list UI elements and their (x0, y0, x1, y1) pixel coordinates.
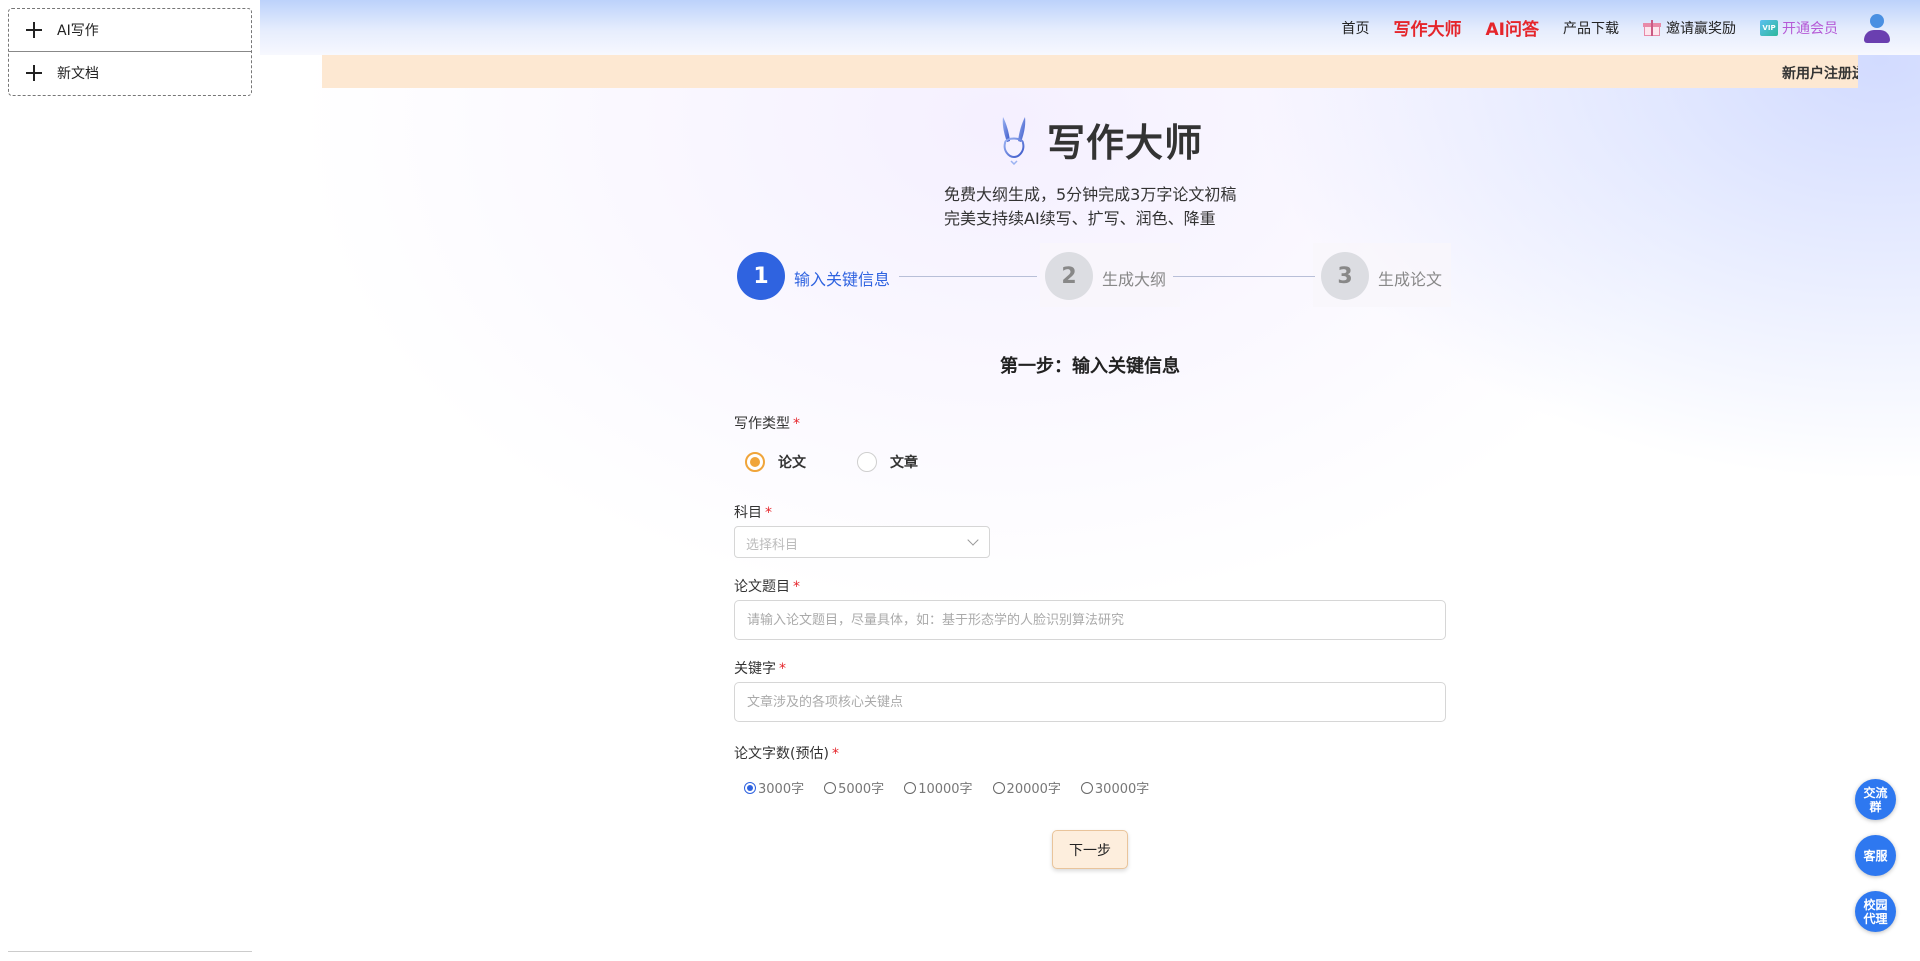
step-3-circle: 3 (1321, 252, 1369, 300)
nav-invite-label: 邀请赢奖励 (1666, 20, 1736, 37)
nav-vip[interactable]: VIP 开通会员 (1760, 18, 1838, 38)
slogan-line-1: 免费大纲生成，5分钟完成3万字论文初稿 (944, 185, 1237, 204)
keywords-input[interactable] (734, 682, 1446, 722)
next-step-button[interactable]: 下一步 (1052, 830, 1128, 869)
word-count-option-label: 20000字 (1006, 782, 1061, 797)
subject-select[interactable]: 选择科目 (734, 526, 990, 558)
gift-icon (1643, 19, 1661, 36)
word-count-option[interactable]: 20000字 (992, 778, 1061, 797)
top-nav: 首页 写作大师 AI问答 产品下载 邀请赢奖励 VIP 开通会员 (1342, 0, 1920, 55)
notice-text: 新用户注册送 (1782, 66, 1858, 82)
required-mark: * (793, 416, 800, 432)
rabbit-logo-icon (1002, 116, 1026, 165)
required-mark: * (831, 746, 839, 762)
sidebar: AI写作 新文档 (0, 0, 260, 961)
subject-placeholder: 选择科目 (746, 538, 799, 553)
product-title: 写作大师 (1047, 121, 1204, 165)
sidebar-item-new-document[interactable]: 新文档 (9, 51, 251, 94)
nav-ai-qa[interactable]: AI问答 (1486, 15, 1539, 40)
radio-checked-icon (745, 452, 765, 472)
user-avatar[interactable] (1862, 13, 1892, 43)
required-mark: * (793, 579, 800, 595)
radio-label: 论文 (778, 455, 806, 471)
step-connector (1173, 276, 1315, 277)
word-count-option-label: 10000字 (918, 782, 973, 797)
float-group-label: 交流群 (1863, 785, 1888, 814)
step-1-circle: 1 (737, 252, 785, 300)
step-3-label: 生成论文 (1378, 270, 1443, 289)
plus-icon (23, 19, 45, 41)
topic-input[interactable] (734, 600, 1446, 640)
word-count-option-label: 30000字 (1094, 782, 1150, 797)
float-group-button[interactable]: 交流群 (1855, 779, 1896, 820)
word-count-option-label: 3000字 (758, 782, 805, 797)
radio-unchecked-icon (857, 452, 877, 472)
step-2-label: 生成大纲 (1102, 270, 1167, 289)
nav-writing-master[interactable]: 写作大师 (1394, 15, 1462, 40)
notice-bar: 新用户注册送 (322, 55, 1858, 88)
nav-invite[interactable]: 邀请赢奖励 (1643, 18, 1736, 38)
sidebar-item-ai-writing[interactable]: AI写作 (9, 9, 251, 51)
writing-type-option-paper[interactable]: 论文 (745, 452, 806, 472)
subject-label: 科目 * (734, 502, 772, 522)
step-1-label: 输入关键信息 (794, 270, 891, 289)
radio-unchecked-icon (992, 781, 1005, 794)
sidebar-menu: AI写作 新文档 (8, 8, 252, 96)
form-title: 第一步：输入关键信息 (1000, 356, 1180, 377)
keywords-label-text: 关键字 (734, 661, 776, 677)
page-background (0, 0, 1920, 961)
required-mark: * (779, 661, 786, 677)
word-count-label: 论文字数(预估) * (734, 743, 839, 763)
word-count-option[interactable]: 10000字 (904, 778, 973, 797)
sidebar-item-label: 新文档 (57, 66, 99, 82)
keywords-label: 关键字 * (734, 658, 786, 678)
word-count-option-label: 5000字 (838, 782, 885, 797)
nav-home[interactable]: 首页 (1342, 18, 1370, 38)
radio-label: 文章 (890, 455, 918, 471)
topic-label: 论文题目 * (734, 576, 800, 596)
required-mark: * (765, 505, 772, 521)
radio-unchecked-icon (1080, 781, 1093, 794)
subject-label-text: 科目 (734, 505, 762, 521)
word-count-option[interactable]: 30000字 (1080, 778, 1150, 797)
slogan-line-2: 完美支持续AI续写、扩写、润色、降重 (944, 209, 1216, 228)
top-header: 首页 写作大师 AI问答 产品下载 邀请赢奖励 VIP 开通会员 (260, 0, 1920, 55)
word-count-option[interactable]: 3000字 (744, 778, 804, 797)
writing-type-label: 写作类型 * (734, 413, 800, 433)
float-service-label: 客服 (1863, 848, 1888, 863)
step-2-circle: 2 (1045, 252, 1093, 300)
radio-checked-icon (744, 781, 756, 794)
sidebar-divider (8, 951, 252, 952)
step-connector (899, 276, 1037, 277)
vip-icon: VIP (1760, 19, 1778, 36)
nav-vip-label: 开通会员 (1782, 20, 1838, 37)
radio-unchecked-icon (824, 781, 837, 794)
word-count-option[interactable]: 5000字 (824, 778, 884, 797)
float-campus-label: 校园代理 (1863, 897, 1888, 926)
plus-icon (23, 62, 45, 84)
float-service-button[interactable]: 客服 (1855, 835, 1896, 876)
topic-label-text: 论文题目 (734, 579, 790, 595)
writing-type-option-article[interactable]: 文章 (857, 452, 918, 472)
product-logo: 写作大师 (993, 112, 1203, 167)
word-count-options: 3000字 5000字 10000字 20000字 30000字 (744, 778, 1169, 797)
sidebar-item-label: AI写作 (57, 23, 99, 39)
float-campus-button[interactable]: 校园代理 (1855, 891, 1896, 932)
writing-type-label-text: 写作类型 (734, 416, 790, 432)
nav-download[interactable]: 产品下载 (1563, 18, 1619, 38)
chevron-down-icon (967, 534, 979, 546)
word-count-label-text: 论文字数(预估) (734, 746, 829, 762)
radio-unchecked-icon (904, 781, 917, 794)
